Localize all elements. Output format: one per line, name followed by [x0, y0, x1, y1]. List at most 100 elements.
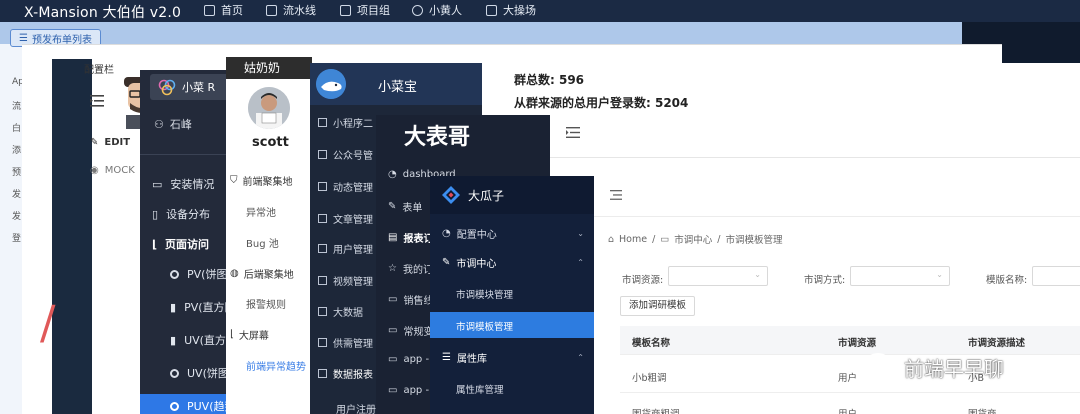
nav-minion[interactable]: 小黄人: [412, 2, 462, 18]
menu-sales[interactable]: ▭ 销售线: [388, 292, 433, 307]
menu-moments[interactable]: 动态管理: [318, 179, 373, 194]
xmansion-logo[interactable]: X-Mansion 大伯伯 v2.0: [24, 2, 181, 22]
wechat-icon: [865, 353, 897, 380]
menu-report-sub[interactable]: ▤ 报表订: [388, 230, 433, 245]
xiaocai-user[interactable]: ⚇ 石峰: [154, 116, 192, 132]
user-name: 石峰: [169, 118, 192, 131]
breadcrumb-home[interactable]: Home: [619, 234, 647, 245]
nav-pipeline[interactable]: 流水线: [266, 2, 316, 18]
nav-home[interactable]: 首页: [204, 2, 243, 18]
menu-bigdata[interactable]: 大数据: [318, 304, 363, 319]
menu-articles[interactable]: 文章管理: [318, 211, 373, 226]
card-icon: [318, 338, 327, 347]
pie-icon: [170, 269, 179, 279]
menu-app-1[interactable]: ▭ app -: [388, 354, 429, 365]
breadcrumb: ⌂ Home / ▭ 市调中心 / 市调模板管理: [608, 232, 783, 247]
menu-supply[interactable]: 供需管理: [318, 335, 373, 350]
submenu-template-manage[interactable]: 市调模板管理: [456, 319, 513, 333]
edit-icon: ✎: [90, 137, 99, 148]
menu-page-visits[interactable]: ⌊ 页面访问: [152, 236, 209, 252]
gauge-icon: ◔: [442, 228, 451, 239]
menu-label: 供需管理: [333, 339, 373, 350]
submenu-alert-rules[interactable]: 报警规则: [246, 296, 286, 311]
star-icon: ☆: [388, 263, 397, 274]
menu-devices[interactable]: ▯ 设备分布: [152, 206, 210, 222]
chart-icon: ⌊: [152, 237, 158, 251]
menu-backend-hub[interactable]: ◍ 后端聚集地: [230, 266, 294, 281]
menu-big-screen[interactable]: ⌊ 大屏幕: [230, 327, 269, 342]
menu-fold-icon[interactable]: [90, 95, 104, 107]
nav-label: 项目组: [357, 4, 390, 17]
nav-project-group[interactable]: 项目组: [340, 2, 390, 18]
breadcrumb-research-center[interactable]: 市调中心: [674, 232, 712, 246]
menu-label: 大屏幕: [238, 331, 269, 342]
grid-icon: [266, 4, 277, 16]
filter-method-label: 市调方式:: [804, 275, 846, 286]
column-header[interactable]: 模板名称: [632, 335, 670, 349]
menu-label: 页面访问: [165, 238, 210, 251]
menu-users[interactable]: 用户管理: [318, 241, 373, 256]
diamond-logo-icon: [442, 186, 460, 204]
nav-label: 小黄人: [429, 4, 462, 17]
menu-frontend-hub[interactable]: ⛉ 前端聚集地: [230, 173, 293, 188]
edit-button[interactable]: ✎ EDIT: [90, 137, 130, 148]
gauge-icon: ◔: [388, 169, 397, 180]
template-name-input[interactable]: [1032, 266, 1080, 286]
menu-label: 后端聚集地: [243, 270, 294, 281]
add-template-button[interactable]: 添加调研模板: [620, 296, 696, 316]
menu-label: 报表订: [403, 234, 434, 245]
table-cell: 围货商: [968, 406, 997, 414]
method-select[interactable]: ⌄: [850, 266, 950, 286]
menu-label: 动态管理: [333, 183, 373, 194]
submenu-bug-pool[interactable]: Bug 池: [246, 235, 279, 250]
filter-template-label: 模版名称:: [986, 275, 1028, 286]
menu-install[interactable]: ▭ 安装情况: [152, 176, 214, 192]
xmansion-topbar: X-Mansion 大伯伯 v2.0 首页 流水线 项目组 小黄人 大操场: [0, 0, 1080, 22]
menu-research-center[interactable]: ✎ 市调中心 ⌃: [442, 255, 594, 270]
menu-fold-icon[interactable]: [610, 190, 622, 200]
column-header[interactable]: 市调资源描述: [968, 335, 1025, 349]
group-count: 群总数: 596: [514, 73, 585, 87]
menu-config-center[interactable]: ◔ 配置中心 ⌄: [442, 226, 594, 241]
menu-regular[interactable]: ▭ 常规变: [388, 323, 433, 338]
divider: [620, 392, 1080, 393]
nav-label: 流水线: [283, 4, 316, 17]
red-glyph: /: [40, 295, 56, 349]
eye-icon: ◉: [90, 165, 99, 176]
submenu-exception-pool[interactable]: 异常池: [246, 204, 276, 219]
xiaocai-logo-icon: [158, 79, 176, 96]
menu-app-2[interactable]: ▭ app -: [388, 385, 429, 396]
config-title: 配置栏: [84, 65, 114, 76]
mock-button[interactable]: ◉ MOCK: [90, 165, 135, 176]
table-cell: 围货商粗调: [632, 406, 680, 414]
video-icon: [318, 276, 327, 285]
submenu-uv-pie[interactable]: UV(饼图): [170, 365, 233, 381]
menu-my-sub[interactable]: ☆ 我的订: [388, 261, 433, 276]
menu-official-account[interactable]: 公众号管: [318, 147, 373, 162]
submenu-pv-pie[interactable]: PV(饼图): [170, 266, 232, 282]
submenu-attribute-manage[interactable]: 属性库管理: [456, 382, 504, 396]
submenu-frontend-trend[interactable]: 前端异常趋势: [246, 358, 306, 373]
column-header[interactable]: 市调资源: [838, 335, 876, 349]
divider: [550, 157, 1080, 158]
menu-data-report[interactable]: 数据报表: [318, 366, 373, 381]
grid-icon: [318, 118, 327, 127]
menu-fold-icon[interactable]: [566, 127, 580, 138]
chevron-down-icon: ⌄: [577, 229, 584, 238]
xiaocaibao-title: 小菜宝: [378, 80, 418, 95]
submenu-module-manage[interactable]: 市调模块管理: [456, 287, 513, 301]
breadcrumb-separator: /: [652, 233, 656, 245]
menu-miniprogram[interactable]: 小程序二: [318, 115, 373, 130]
menu-label: 表单: [402, 203, 423, 214]
mock-label: MOCK: [104, 165, 135, 176]
menu-form[interactable]: ✎ 表单: [388, 199, 422, 214]
chart-icon: [486, 4, 497, 16]
divider: [594, 216, 1080, 217]
nav-playground[interactable]: 大操场: [486, 2, 536, 18]
globe-icon: ◍: [230, 268, 239, 279]
menu-attribute-lib[interactable]: ☰ 属性库 ⌃: [442, 350, 594, 365]
submenu-user-register[interactable]: 用户注册: [336, 401, 376, 414]
source-select[interactable]: ⌄: [668, 266, 768, 286]
menu-label: 我的订: [402, 265, 433, 276]
menu-videos[interactable]: 视频管理: [318, 273, 373, 288]
